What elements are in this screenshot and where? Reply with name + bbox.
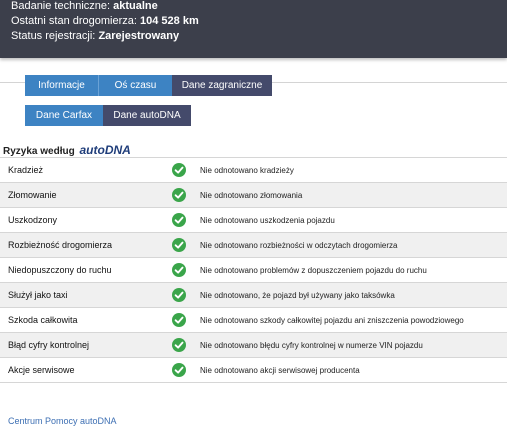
risk-table: Kradzież Nie odnotowano kradzieży Złomowan… bbox=[0, 157, 507, 383]
help-center-link[interactable]: Centrum Pomocy autoDNA bbox=[8, 416, 117, 426]
risk-row: Szkoda całkowita Nie odnotowano szkody ca… bbox=[0, 308, 507, 333]
risk-label: Akcje serwisowe bbox=[8, 365, 75, 375]
risk-row: Służył jako taxi Nie odnotowano, że pojaz… bbox=[0, 283, 507, 308]
registration-label: Status rejestracji: bbox=[11, 30, 96, 42]
autodna-logo: autoDNA bbox=[79, 143, 131, 157]
registration-status: Status rejestracji: Zarejestrowany bbox=[11, 30, 179, 42]
tab-os-czasu[interactable]: Oś czasu bbox=[98, 75, 172, 96]
check-circle-icon bbox=[172, 363, 186, 377]
risk-label: Szkoda całkowita bbox=[8, 315, 78, 325]
risk-description: Nie odnotowano rozbieżności w odczytach … bbox=[200, 241, 398, 250]
risk-description: Nie odnotowano uszkodzenia pojazdu bbox=[200, 216, 335, 225]
risk-description: Nie odnotowano szkody całkowitej pojazdu… bbox=[200, 316, 464, 325]
risk-description: Nie odnotowano złomowania bbox=[200, 191, 303, 200]
risk-row: Akcje serwisowe Nie odnotowano akcji serw… bbox=[0, 358, 507, 383]
odometer-label: Ostatni stan drogomierza: bbox=[11, 15, 137, 27]
vehicle-summary-header: Badanie techniczne: aktualne Ostatni sta… bbox=[0, 0, 507, 58]
risk-label: Służył jako taxi bbox=[8, 290, 68, 300]
check-circle-icon bbox=[172, 163, 186, 177]
check-circle-icon bbox=[172, 338, 186, 352]
tab-dane-zagraniczne[interactable]: Dane zagraniczne bbox=[172, 75, 272, 96]
check-circle-icon bbox=[172, 213, 186, 227]
risk-row: Rozbieżność drogomierza Nie odnotowano ro… bbox=[0, 233, 507, 258]
risk-label: Niedopuszczony do ruchu bbox=[8, 265, 112, 275]
inspection-label: Badanie techniczne: bbox=[11, 0, 111, 12]
risk-row: Błąd cyfry kontrolnej Nie odnotowano błęd… bbox=[0, 333, 507, 358]
odometer-status: Ostatni stan drogomierza: 104 528 km bbox=[11, 15, 199, 27]
risk-label: Złomowanie bbox=[8, 190, 57, 200]
tab-dane-autodna[interactable]: Dane autoDNA bbox=[103, 105, 191, 126]
tab-informacje[interactable]: Informacje bbox=[25, 75, 98, 96]
risk-row: Kradzież Nie odnotowano kradzieży bbox=[0, 158, 507, 183]
tab-dane-carfax[interactable]: Dane Carfax bbox=[25, 105, 103, 126]
check-circle-icon bbox=[172, 263, 186, 277]
risk-label: Błąd cyfry kontrolnej bbox=[8, 340, 90, 350]
secondary-tabs: Dane Carfax Dane autoDNA bbox=[25, 105, 191, 126]
risk-label: Uszkodzony bbox=[8, 215, 58, 225]
risk-label: Kradzież bbox=[8, 165, 44, 175]
check-circle-icon bbox=[172, 188, 186, 202]
risk-label: Rozbieżność drogomierza bbox=[8, 240, 113, 250]
registration-value: Zarejestrowany bbox=[98, 30, 180, 42]
risks-section-title: Ryzyka według autoDNA bbox=[3, 143, 131, 157]
risk-row: Złomowanie Nie odnotowano złomowania bbox=[0, 183, 507, 208]
risk-row: Uszkodzony Nie odnotowano uszkodzenia poj… bbox=[0, 208, 507, 233]
risk-description: Nie odnotowano błędu cyfry kontrolnej w … bbox=[200, 341, 423, 350]
check-circle-icon bbox=[172, 288, 186, 302]
check-circle-icon bbox=[172, 313, 186, 327]
risk-description: Nie odnotowano, że pojazd był używany ja… bbox=[200, 291, 395, 300]
risk-description: Nie odnotowano problemów z dopuszczeniem… bbox=[200, 266, 427, 275]
primary-tabs: Informacje Oś czasu Dane zagraniczne bbox=[25, 75, 272, 96]
inspection-value: aktualne bbox=[113, 0, 158, 12]
risk-row: Niedopuszczony do ruchu Nie odnotowano pr… bbox=[0, 258, 507, 283]
risk-description: Nie odnotowano kradzieży bbox=[200, 166, 294, 175]
check-circle-icon bbox=[172, 238, 186, 252]
risks-title-text: Ryzyka według bbox=[3, 146, 75, 157]
odometer-value: 104 528 km bbox=[140, 15, 199, 27]
inspection-status: Badanie techniczne: aktualne bbox=[11, 0, 158, 12]
risk-description: Nie odnotowano akcji serwisowej producen… bbox=[200, 366, 360, 375]
